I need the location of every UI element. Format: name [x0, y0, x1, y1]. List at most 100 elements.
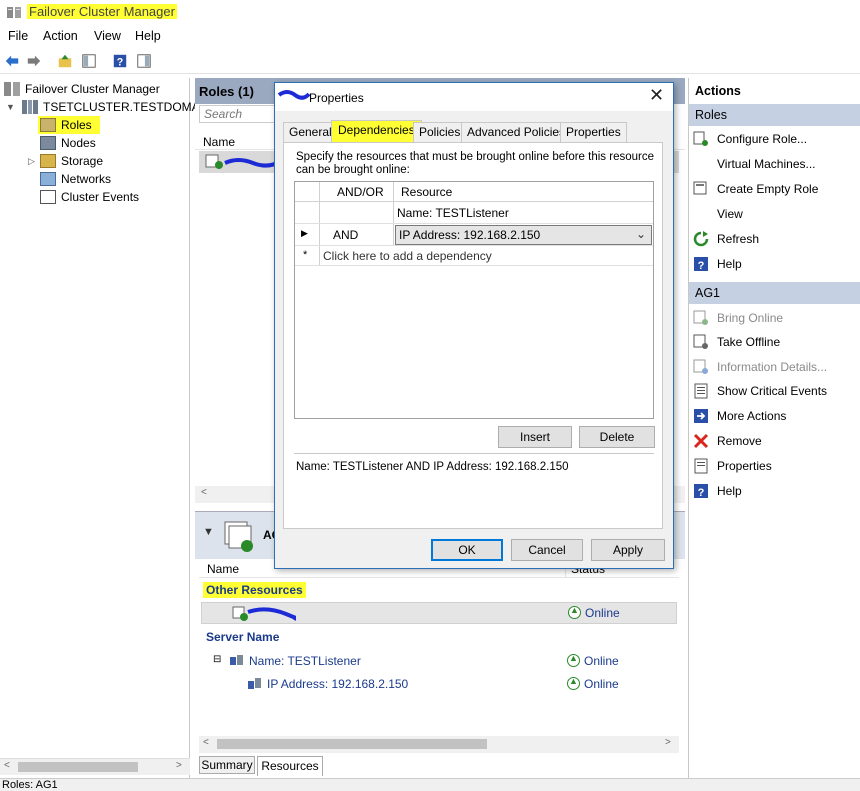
- help-icon: ?: [694, 257, 708, 272]
- ip-status: Online: [567, 676, 619, 691]
- action-take-offline[interactable]: Take Offline: [693, 332, 780, 352]
- dependency-expression: Name: TESTListener AND IP Address: 192.1…: [296, 461, 569, 473]
- collapse-chevron-icon[interactable]: ▼: [203, 526, 214, 538]
- up-folder-icon[interactable]: [56, 52, 74, 70]
- insert-button[interactable]: Insert: [498, 426, 572, 448]
- online-icon: [567, 653, 580, 667]
- information-icon: [693, 359, 708, 374]
- tree-item-cluster-events[interactable]: Cluster Events: [40, 188, 139, 206]
- apply-button[interactable]: Apply: [591, 539, 665, 561]
- back-arrow-icon[interactable]: [3, 52, 21, 70]
- scroll-thumb[interactable]: [217, 739, 487, 749]
- col-and-or[interactable]: AND/OR: [337, 185, 384, 199]
- ok-button[interactable]: OK: [431, 539, 503, 561]
- action-information-details[interactable]: Information Details...: [693, 357, 827, 377]
- cluster-manager-icon: [4, 82, 20, 96]
- events-icon: [40, 190, 56, 204]
- scroll-left-icon[interactable]: <: [203, 737, 209, 748]
- tree-item-networks[interactable]: Networks: [40, 170, 111, 188]
- resource-dropdown[interactable]: IP Address: 192.168.2.150 ⌄: [395, 225, 652, 245]
- tab-general[interactable]: General: [283, 122, 338, 142]
- nodes-icon: [40, 136, 56, 150]
- actions-section-ag1[interactable]: AG1: [689, 282, 860, 304]
- chevron-down-icon[interactable]: ⌄: [636, 227, 646, 241]
- col-name[interactable]: Name: [207, 562, 239, 576]
- redacted-scribble: [277, 90, 311, 100]
- scroll-thumb[interactable]: [18, 762, 138, 772]
- configure-role-icon: [693, 131, 708, 146]
- help-icon: ?: [694, 484, 708, 499]
- expand-arrow-icon[interactable]: ▷: [28, 156, 35, 167]
- actions-pane: Actions Roles Configure Role... Virtual …: [688, 78, 860, 778]
- menu-help[interactable]: Help: [135, 29, 161, 43]
- storage-icon: [40, 154, 56, 168]
- tab-advanced-policies[interactable]: Advanced Policies: [461, 122, 572, 142]
- tab-summary[interactable]: Summary: [199, 756, 255, 774]
- navigation-tree: Failover Cluster Manager ▼ TSETCLUSTER.T…: [0, 78, 212, 778]
- show-hide-action-pane-icon[interactable]: [135, 52, 153, 70]
- networks-icon: [40, 172, 56, 186]
- cluster-manager-icon: [7, 7, 21, 18]
- tab-dependencies[interactable]: Dependencies: [331, 120, 422, 143]
- action-create-empty-role[interactable]: Create Empty Role: [693, 179, 818, 199]
- action-properties[interactable]: Properties: [693, 456, 772, 476]
- scroll-right-icon[interactable]: >: [665, 737, 671, 748]
- other-resource-row[interactable]: Online: [201, 602, 677, 624]
- cluster-icon: [22, 100, 38, 114]
- actions-section-roles[interactable]: Roles: [689, 104, 860, 126]
- search-input[interactable]: Search: [199, 105, 279, 123]
- cancel-button[interactable]: Cancel: [511, 539, 583, 561]
- collapse-minus-icon[interactable]: ⊟: [213, 654, 221, 665]
- tab-policies[interactable]: Policies: [413, 122, 467, 142]
- action-virtual-machines[interactable]: Virtual Machines...: [717, 154, 816, 174]
- menu-view[interactable]: View: [94, 29, 121, 43]
- scroll-left-icon[interactable]: <: [4, 760, 10, 771]
- collapse-arrow-icon[interactable]: ▼: [6, 102, 15, 112]
- scroll-left-icon[interactable]: <: [201, 487, 207, 498]
- grid-row-1[interactable]: Name: TESTListener: [295, 202, 653, 224]
- events-icon: [694, 383, 708, 399]
- action-more-actions[interactable]: More Actions: [693, 406, 786, 426]
- network-name-icon: [230, 655, 243, 665]
- forward-arrow-icon[interactable]: [25, 52, 43, 70]
- action-configure-role[interactable]: Configure Role...: [693, 129, 807, 149]
- dependencies-grid: AND/OR Resource Name: TESTListener ▶ AND…: [294, 181, 654, 419]
- svg-text:?: ?: [698, 260, 705, 272]
- grid-new-row[interactable]: * Click here to add a dependency: [295, 246, 653, 266]
- group-other-resources: Other Resources: [203, 582, 306, 598]
- tree-item-storage[interactable]: Storage: [40, 152, 103, 170]
- create-role-icon: [693, 181, 707, 195]
- status-text: Roles: AG1: [2, 779, 58, 791]
- and-or-cell[interactable]: AND: [333, 228, 358, 242]
- action-view[interactable]: View: [717, 204, 743, 224]
- dialog-title: Properties: [309, 91, 364, 105]
- menu-action[interactable]: Action: [43, 29, 78, 43]
- close-icon[interactable]: ✕: [649, 85, 664, 106]
- tree-root[interactable]: Failover Cluster Manager: [4, 80, 160, 98]
- actions-header: Actions: [689, 80, 860, 102]
- grid-row-2[interactable]: ▶ AND IP Address: 192.168.2.150 ⌄: [295, 224, 653, 246]
- tree-horizontal-scrollbar[interactable]: < >: [0, 758, 190, 775]
- action-help-roles[interactable]: ? Help: [693, 254, 742, 274]
- resources-horizontal-scrollbar[interactable]: < >: [199, 736, 679, 753]
- help-icon[interactable]: ?: [111, 52, 129, 70]
- ip-address-icon: [248, 678, 261, 689]
- take-offline-icon: [693, 334, 708, 349]
- menu-file[interactable]: File: [8, 29, 28, 43]
- tree-item-roles[interactable]: Roles: [38, 116, 100, 134]
- action-bring-online[interactable]: Bring Online: [693, 308, 783, 328]
- col-resource[interactable]: Resource: [401, 185, 452, 199]
- delete-button[interactable]: Delete: [579, 426, 655, 448]
- group-server-name: Server Name: [206, 630, 280, 644]
- tab-resources[interactable]: Resources: [257, 756, 323, 776]
- action-show-critical-events[interactable]: Show Critical Events: [693, 381, 827, 401]
- tree-cluster[interactable]: TSETCLUSTER.TESTDOMAIN: [22, 98, 212, 116]
- tab-properties[interactable]: Properties: [560, 122, 627, 142]
- scroll-right-icon[interactable]: >: [176, 760, 182, 771]
- action-help-ag1[interactable]: ? Help: [693, 481, 742, 501]
- show-hide-tree-icon[interactable]: [80, 52, 98, 70]
- action-refresh[interactable]: Refresh: [693, 229, 759, 249]
- action-remove[interactable]: Remove: [693, 431, 762, 451]
- tree-item-nodes[interactable]: Nodes: [40, 134, 96, 152]
- role-icon: [205, 154, 223, 169]
